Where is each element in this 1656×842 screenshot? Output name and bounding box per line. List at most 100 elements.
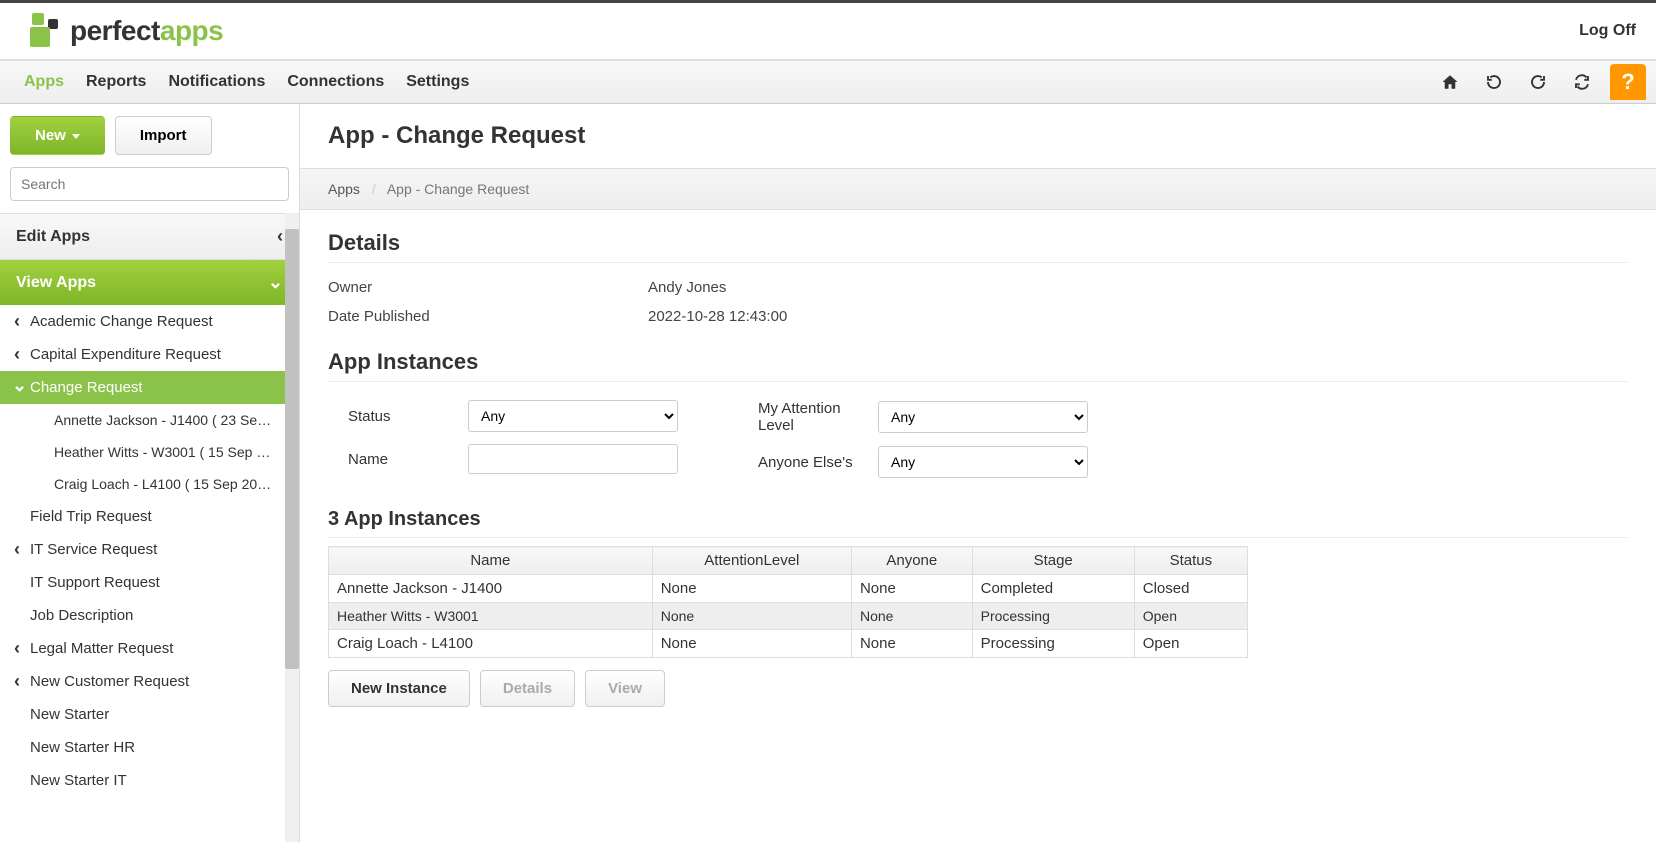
logo: perfectapps (20, 11, 223, 51)
logo-text: perfectapps (70, 15, 223, 47)
name-input[interactable] (468, 444, 678, 474)
instances-heading: App Instances (328, 349, 1628, 382)
table-cell: Open (1134, 630, 1247, 658)
chevron-down-icon: ⌄ (268, 272, 283, 293)
table-row[interactable]: Heather Witts - W3001NoneNoneProcessingO… (329, 603, 1248, 630)
sidebar-item[interactable]: Job Description (0, 599, 285, 632)
sidebar-item[interactable]: Annette Jackson - J1400 ( 23 Sep... (0, 404, 285, 436)
edit-apps-section[interactable]: Edit Apps ‹ (0, 213, 299, 260)
status-select[interactable]: Any (468, 400, 678, 432)
date-value: 2022-10-28 12:43:00 (648, 308, 787, 325)
search-wrap (0, 167, 299, 213)
anyone-label: Anyone Else's (758, 454, 868, 471)
sidebar-scroll: Edit Apps ‹ View Apps ⌄ Academic Change … (0, 213, 299, 842)
table-cell: None (851, 630, 972, 658)
sidebar-item[interactable]: Craig Loach - L4100 ( 15 Sep 202... (0, 468, 285, 500)
name-label: Name (348, 451, 458, 468)
logo-icon (20, 11, 60, 51)
breadcrumb-root[interactable]: Apps (328, 181, 360, 197)
date-row: Date Published 2022-10-28 12:43:00 (328, 302, 1628, 331)
sidebar-item[interactable]: IT Support Request (0, 566, 285, 599)
sidebar-item[interactable]: Change Request (0, 371, 285, 404)
sync-icon[interactable] (1562, 62, 1602, 102)
body-layout: New Import Edit Apps ‹ View Apps ⌄ Acade… (0, 104, 1656, 842)
sidebar-item[interactable]: New Customer Request (0, 665, 285, 698)
table-cell: None (652, 603, 851, 630)
breadcrumb-current: App - Change Request (387, 181, 529, 197)
table-row[interactable]: Annette Jackson - J1400NoneNoneCompleted… (329, 575, 1248, 603)
table-cell: Completed (972, 575, 1134, 603)
view-button[interactable]: View (585, 670, 665, 707)
table-header[interactable]: Stage (972, 547, 1134, 575)
table-cell: None (851, 603, 972, 630)
table-cell: None (851, 575, 972, 603)
import-button[interactable]: Import (115, 116, 212, 155)
details-button[interactable]: Details (480, 670, 575, 707)
tab-notifications[interactable]: Notifications (168, 61, 265, 103)
anyone-select[interactable]: Any (878, 446, 1088, 478)
date-label: Date Published (328, 308, 648, 325)
tab-reports[interactable]: Reports (86, 61, 146, 103)
main-navbar: Apps Reports Notifications Connections S… (0, 60, 1656, 104)
attention-select[interactable]: Any (878, 401, 1088, 433)
sidebar-item[interactable]: Field Trip Request (0, 500, 285, 533)
scrollbar-track[interactable] (285, 213, 299, 842)
new-button[interactable]: New (10, 116, 105, 155)
breadcrumb-sep: / (372, 181, 376, 197)
table-cell: Open (1134, 603, 1247, 630)
main-panel: App - Change Request Apps / App - Change… (300, 104, 1656, 842)
sidebar-item[interactable]: New Starter IT (0, 764, 285, 797)
search-input[interactable] (10, 167, 289, 201)
table-cell: Processing (972, 603, 1134, 630)
chevron-left-icon: ‹ (277, 226, 283, 247)
sidebar-item[interactable]: Heather Witts - W3001 ( 15 Sep 2... (0, 436, 285, 468)
sidebar-item[interactable]: Legal Matter Request (0, 632, 285, 665)
tab-apps[interactable]: Apps (24, 61, 64, 103)
count-heading: 3 App Instances (328, 508, 1628, 538)
table-cell: Annette Jackson - J1400 (329, 575, 653, 603)
table-header[interactable]: Name (329, 547, 653, 575)
breadcrumb: Apps / App - Change Request (300, 168, 1656, 210)
owner-value: Andy Jones (648, 279, 726, 296)
page-title: App - Change Request (300, 104, 1656, 168)
instance-actions: New Instance Details View (328, 670, 1628, 707)
table-header[interactable]: AttentionLevel (652, 547, 851, 575)
owner-label: Owner (328, 279, 648, 296)
table-cell: None (652, 630, 851, 658)
sidebar-item[interactable]: Academic Change Request (0, 305, 285, 338)
filters: Status Any Name My Attention Level Any A… (328, 392, 1628, 494)
status-label: Status (348, 408, 458, 425)
tab-settings[interactable]: Settings (406, 61, 469, 103)
tab-connections[interactable]: Connections (287, 61, 384, 103)
home-icon[interactable] (1430, 62, 1470, 102)
instances-table: NameAttentionLevelAnyoneStageStatus Anne… (328, 546, 1248, 658)
table-cell: Processing (972, 630, 1134, 658)
table-cell: Craig Loach - L4100 (329, 630, 653, 658)
table-header[interactable]: Status (1134, 547, 1247, 575)
refresh-left-icon[interactable] (1474, 62, 1514, 102)
caret-down-icon (72, 134, 80, 139)
new-instance-button[interactable]: New Instance (328, 670, 470, 707)
scrollbar-thumb[interactable] (285, 229, 299, 669)
table-cell: Heather Witts - W3001 (329, 603, 653, 630)
sidebar-item[interactable]: New Starter (0, 698, 285, 731)
view-apps-label: View Apps (16, 274, 96, 292)
attention-label: My Attention Level (758, 400, 868, 434)
table-cell: Closed (1134, 575, 1247, 603)
nav-tabs: Apps Reports Notifications Connections S… (24, 61, 469, 103)
help-button[interactable]: ? (1610, 64, 1646, 100)
edit-apps-label: Edit Apps (16, 228, 90, 246)
sidebar-item[interactable]: Capital Expenditure Request (0, 338, 285, 371)
content: Details Owner Andy Jones Date Published … (300, 210, 1656, 727)
details-heading: Details (328, 230, 1628, 263)
view-apps-section[interactable]: View Apps ⌄ (0, 260, 299, 305)
table-cell: None (652, 575, 851, 603)
sidebar-item[interactable]: New Starter HR (0, 731, 285, 764)
table-header[interactable]: Anyone (851, 547, 972, 575)
logoff-link[interactable]: Log Off (1579, 22, 1636, 40)
table-row[interactable]: Craig Loach - L4100NoneNoneProcessingOpe… (329, 630, 1248, 658)
sidebar-item[interactable]: IT Service Request (0, 533, 285, 566)
app-header: perfectapps Log Off (0, 3, 1656, 60)
app-tree: Academic Change RequestCapital Expenditu… (0, 305, 299, 797)
refresh-right-icon[interactable] (1518, 62, 1558, 102)
